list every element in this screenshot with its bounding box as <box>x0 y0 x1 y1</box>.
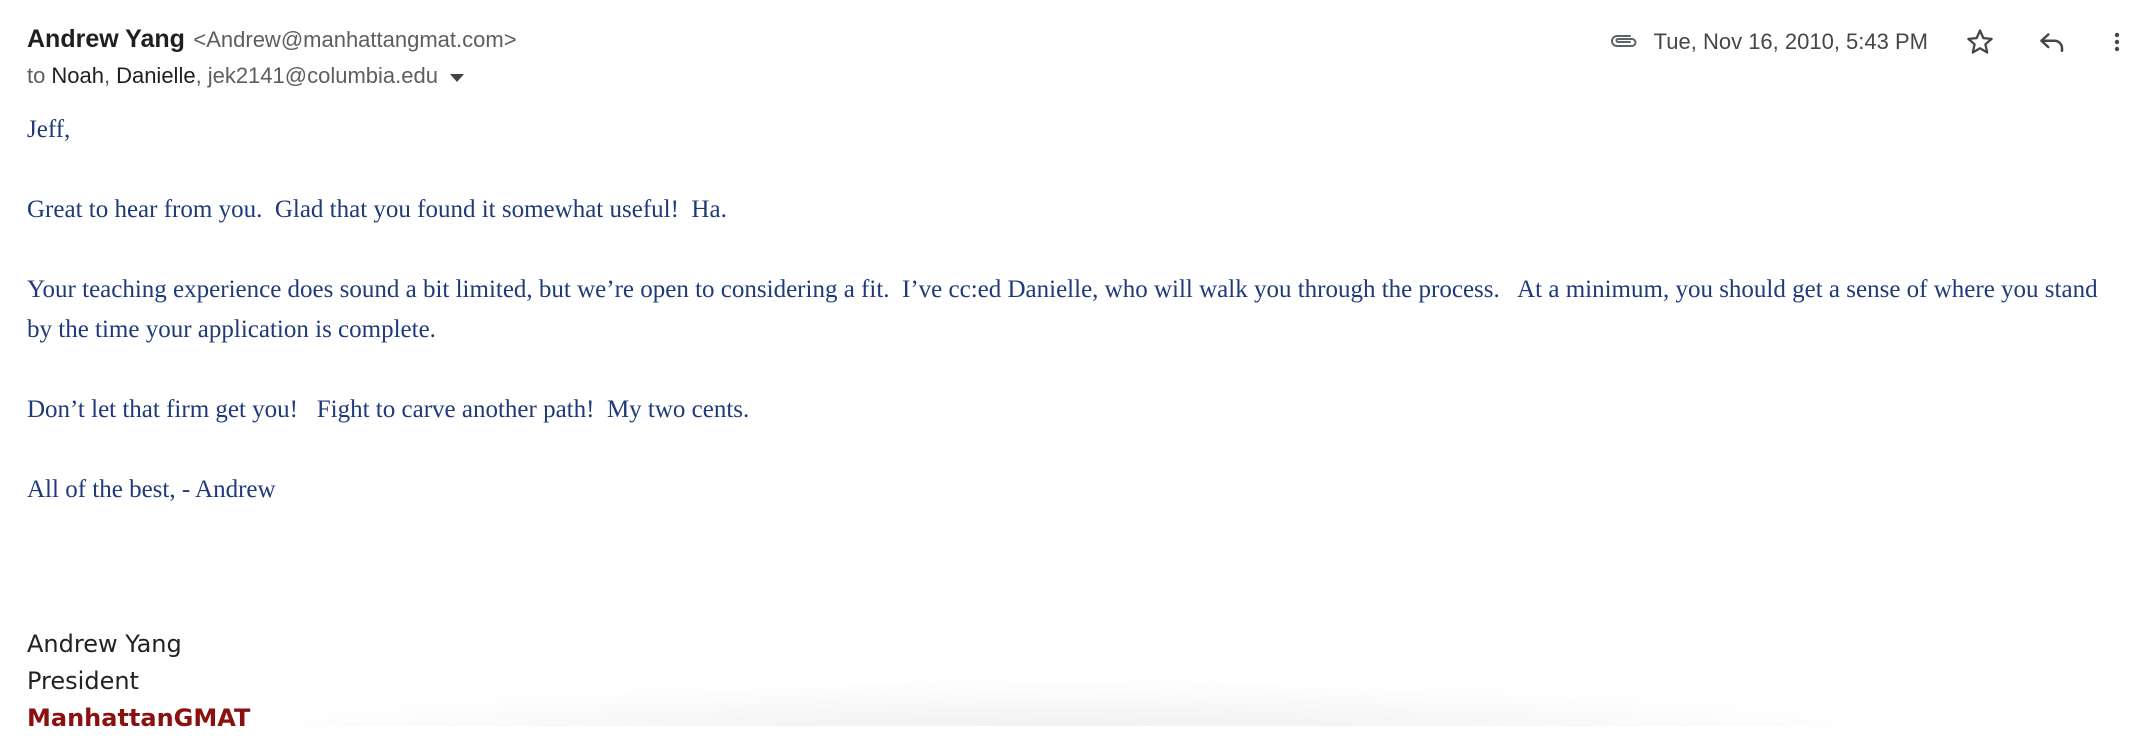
signature-title: President <box>27 667 139 695</box>
bottom-shadow <box>0 666 2132 726</box>
recipients-line: to Noah, Danielle, jek2141@columbia.edu <box>27 60 464 92</box>
star-button[interactable] <box>1958 20 2002 64</box>
message-paragraph: Great to hear from you. Glad that you fo… <box>27 196 727 223</box>
signature-company: ManhattanGMAT <box>27 704 251 732</box>
sender-line: Andrew Yang <Andrew@manhattangmat.com> <box>27 22 517 60</box>
chevron-down-icon[interactable] <box>449 73 464 82</box>
recipient-name: Danielle <box>116 63 196 88</box>
reply-button[interactable] <box>2030 20 2074 64</box>
message-paragraph: Don’t let that firm get you! Fight to ca… <box>27 396 750 423</box>
more-vert-icon <box>2114 32 2120 52</box>
star-icon <box>1967 29 1993 54</box>
reply-icon <box>2040 33 2064 52</box>
message-body: Jeff, Great to hear from you. Glad that … <box>27 110 2122 550</box>
sender-name[interactable]: Andrew Yang <box>27 25 185 53</box>
closing: All of the best, - Andrew <box>27 476 276 503</box>
more-options-button[interactable] <box>2102 20 2132 64</box>
signature: Andrew Yang President ManhattanGMAT <box>27 626 250 737</box>
recipient-separator: , <box>103 63 111 88</box>
message-toolbar: Tue, Nov 16, 2010, 5:43 PM <box>1608 22 2132 62</box>
message-date: Tue, Nov 16, 2010, 5:43 PM <box>1653 29 1928 54</box>
to-prefix: to <box>27 63 46 88</box>
recipient-email: jek2141@columbia.edu <box>207 63 438 88</box>
paperclip-icon <box>1610 35 1637 47</box>
greeting: Jeff, <box>27 116 71 143</box>
recipient-name: Noah <box>51 63 104 88</box>
message-paragraph: Your teaching experience does sound a bi… <box>27 276 2104 343</box>
recipient-separator: , <box>195 63 202 88</box>
signature-name: Andrew Yang <box>27 630 182 658</box>
sender-email: <Andrew@manhattangmat.com> <box>193 27 517 52</box>
